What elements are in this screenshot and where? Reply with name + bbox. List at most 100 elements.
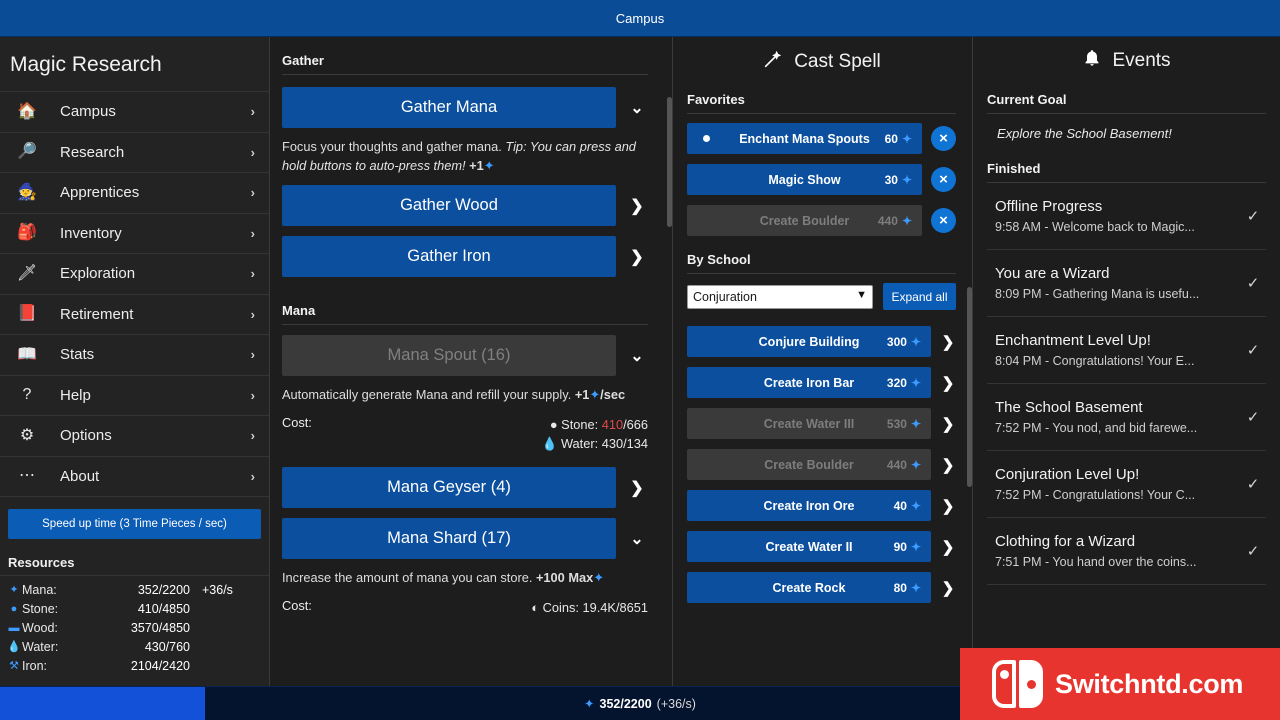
wand-icon <box>762 48 784 76</box>
chevron-right-icon[interactable]: ❯ <box>626 247 648 267</box>
chevron-right-icon[interactable]: ❯ <box>940 456 956 474</box>
spell-row: Create Boulder 440 ✦ ❯ <box>687 449 956 480</box>
chevron-right-icon[interactable]: ❯ <box>626 196 648 216</box>
spell-button[interactable]: Create Water II 90 ✦ <box>687 531 931 562</box>
event-item[interactable]: Conjuration Level Up! 7:52 PM - Congratul… <box>987 451 1266 518</box>
chevron-right-icon[interactable]: ❯ <box>626 478 648 498</box>
cost-name: Coins: <box>542 599 579 615</box>
mana-star-icon: ✦ <box>593 570 604 586</box>
sidebar-item-retirement[interactable]: 📕 Retirement › <box>0 295 269 335</box>
spell-cost-value: 530 <box>886 416 907 431</box>
event-item[interactable]: Enchantment Level Up! 8:04 PM - Congratul… <box>987 317 1266 384</box>
resource-row: ✦ Mana: 352/2200 +36/s <box>6 580 261 599</box>
resource-rate: +36/s <box>202 582 233 597</box>
cast-spell-title: Cast Spell <box>794 51 881 72</box>
chevron-right-icon[interactable]: ❯ <box>940 538 956 556</box>
sidebar-item-label: Help <box>60 386 91 404</box>
mana-star-icon: ✦ <box>910 457 921 472</box>
sidebar-item-apprentices[interactable]: 🧙 Apprentices › <box>0 173 269 214</box>
favorite-spell-button[interactable]: Enchant Mana Spouts 60 ✦ <box>687 123 922 154</box>
school-select[interactable]: Conjuration <box>687 284 873 309</box>
chevron-right-icon: › <box>250 225 255 241</box>
gather-scrollbar[interactable] <box>667 37 672 686</box>
mana-star-icon: ✦ <box>589 387 601 403</box>
speed-up-time-button[interactable]: Speed up time (3 Time Pieces / sec) <box>8 509 261 539</box>
water-drop-icon: 💧 <box>541 435 558 451</box>
cost-have: 19.4K <box>582 599 616 615</box>
favorite-spell-button[interactable]: Magic Show 30 ✦ <box>687 164 922 195</box>
chevron-right-icon: › <box>250 468 255 484</box>
chevron-right-icon[interactable]: ❯ <box>940 374 956 392</box>
event-item[interactable]: Clothing for a Wizard 7:51 PM - You hand … <box>987 518 1266 585</box>
sidebar-item-inventory[interactable]: 🎒 Inventory › <box>0 214 269 254</box>
cost-entry: ● Stone: 410/666 <box>541 415 648 434</box>
favorite-spell-button[interactable]: Create Boulder 440 ✦ <box>687 205 922 236</box>
remove-favorite-button[interactable]: × <box>931 126 956 151</box>
spell-scrollbar-thumb[interactable] <box>967 287 972 487</box>
event-item[interactable]: You are a Wizard 8:09 PM - Gathering Mana… <box>987 250 1266 317</box>
event-subtitle: 9:58 AM - Welcome back to Magic... <box>995 219 1195 234</box>
spell-button[interactable]: Create Iron Ore 40 ✦ <box>687 490 931 521</box>
stone-icon: ● <box>549 416 558 432</box>
sidebar-item-exploration[interactable]: 🗡 Exploration › <box>0 254 269 295</box>
chevron-right-icon[interactable]: ❯ <box>940 333 956 351</box>
action-button[interactable]: Gather Wood <box>282 185 616 227</box>
sidebar-item-options[interactable]: ⚙ Options › <box>0 416 269 457</box>
chevron-right-icon[interactable]: ❯ <box>940 497 956 515</box>
event-text: The School Basement 7:52 PM - You nod, an… <box>995 399 1240 435</box>
chevron-right-icon[interactable]: ❯ <box>940 415 956 433</box>
desc-plain: Automatically generate Mana and refill y… <box>282 387 575 403</box>
event-item[interactable]: Offline Progress 9:58 AM - Welcome back t… <box>987 183 1266 250</box>
spell-row: Create Iron Ore 40 ✦ ❯ <box>687 490 956 521</box>
mana-star-icon: ✦ <box>910 580 921 595</box>
spell-button[interactable]: Create Rock 80 ✦ <box>687 572 931 603</box>
event-item[interactable]: The School Basement 7:52 PM - You nod, an… <box>987 384 1266 451</box>
house-icon: 🏠 <box>17 102 37 120</box>
sidebar-item-campus[interactable]: 🏠 Campus › <box>0 92 269 133</box>
sidebar-item-research[interactable]: 🔎 Research › <box>0 133 269 173</box>
spell-name: Create Boulder <box>764 457 854 472</box>
gather-scrollbar-thumb[interactable] <box>667 97 672 227</box>
spell-button[interactable]: Create Boulder 440 ✦ <box>687 449 931 480</box>
event-subtitle: 7:52 PM - You nod, and bid farewe... <box>995 420 1198 435</box>
spell-scrollbar[interactable] <box>967 37 972 686</box>
check-icon: ✓ <box>1246 543 1260 560</box>
spell-name: Create Iron Bar <box>763 375 855 390</box>
spell-cost-value: 440 <box>886 457 907 472</box>
sidebar-item-help[interactable]: ? Help › <box>0 376 269 416</box>
spell-button[interactable]: Conjure Building 300 ✦ <box>687 326 931 357</box>
action-button[interactable]: Mana Shard (17) <box>282 518 616 560</box>
spell-cost: 440 ✦ <box>878 214 912 228</box>
sidebar-item-label: Campus <box>60 103 116 121</box>
remove-favorite-button[interactable]: × <box>931 208 956 233</box>
action-button[interactable]: Mana Spout (16) <box>282 335 616 377</box>
mana-progress-label: ✦ 352/2200 (+36/s) <box>584 696 696 712</box>
cost-values: ◐ Coins: 19.4K/8651 <box>531 598 648 617</box>
cost-need: /666 <box>623 416 648 432</box>
spell-button[interactable]: Create Iron Bar 320 ✦ <box>687 367 931 398</box>
expand-all-button[interactable]: Expand all <box>883 283 956 310</box>
chevron-down-icon[interactable]: ⌄ <box>626 346 648 366</box>
switch-logo-icon <box>992 660 1043 708</box>
action-button[interactable]: Gather Iron <box>282 236 616 278</box>
chevron-down-icon[interactable]: ⌄ <box>626 98 648 118</box>
event-subtitle: 8:09 PM - Gathering Mana is usefu... <box>995 286 1200 301</box>
action-row: Mana Geyser (4) ❯ <box>282 467 648 509</box>
sidebar-item-about[interactable]: ⋯ About › <box>0 457 269 497</box>
spell-button[interactable]: Create Water III 530 ✦ <box>687 408 931 439</box>
resource-value: 352/2200 <box>137 582 190 597</box>
desc-plain: Increase the amount of mana you can stor… <box>282 570 536 586</box>
chevron-right-icon[interactable]: ❯ <box>940 579 956 597</box>
cost-have: 430 <box>601 435 624 451</box>
chevron-down-icon[interactable]: ⌄ <box>626 529 648 549</box>
spell-row: Create Water III 530 ✦ ❯ <box>687 408 956 439</box>
remove-favorite-button[interactable]: × <box>931 167 956 192</box>
sidebar-item-stats[interactable]: 📖 Stats › <box>0 335 269 376</box>
action-button[interactable]: Mana Geyser (4) <box>282 467 616 509</box>
gear-icon: ⚙ <box>19 426 35 444</box>
by-school-header: By School <box>687 248 956 274</box>
iron-icon: ⚒ <box>9 660 19 672</box>
action-button[interactable]: Gather Mana <box>282 87 616 128</box>
cost-values: ● Stone: 410/666 💧 Water: 430/134 <box>541 415 648 453</box>
cast-spell-header: Cast Spell <box>687 37 956 88</box>
